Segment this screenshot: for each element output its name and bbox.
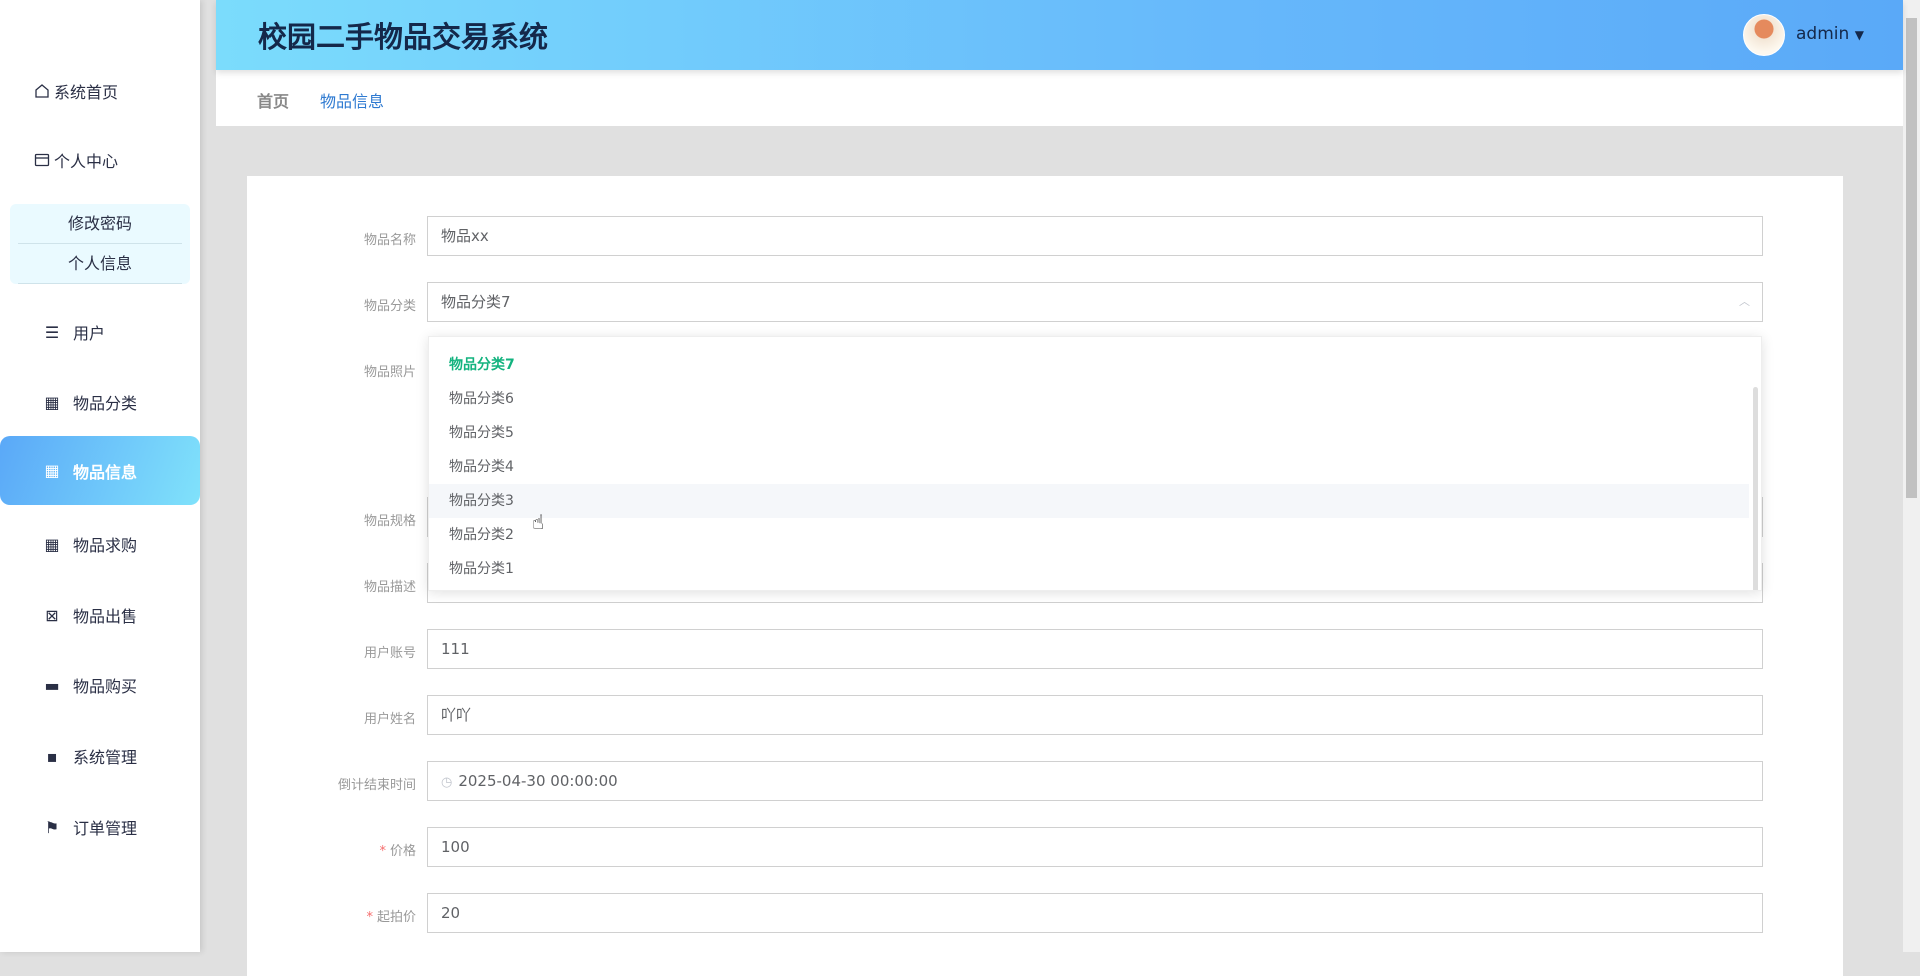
- label-desc: 物品描述: [363, 580, 416, 595]
- username: admin: [1796, 24, 1850, 44]
- start-price-input[interactable]: 20: [427, 893, 1763, 933]
- dropdown-option-hovered[interactable]: 物品分类3: [429, 484, 1749, 518]
- end-time-value: 2025-04-30 00:00:00: [458, 772, 618, 790]
- username-input[interactable]: 吖吖: [427, 695, 1763, 735]
- sidebar-item-users[interactable]: ☰ 用户: [0, 312, 200, 352]
- label-text: 起拍价: [376, 910, 416, 925]
- sidebar-label: 物品求购: [73, 536, 138, 555]
- category-value: 物品分类7: [441, 293, 511, 311]
- sidebar-item-item-info[interactable]: ▦ 物品信息: [0, 436, 200, 505]
- sidebar-label: 个人中心: [54, 152, 119, 171]
- chat-icon: ▪: [46, 746, 58, 766]
- sidebar-label: 物品出售: [73, 607, 138, 626]
- label-start-price: * 起拍价: [246, 906, 416, 925]
- label-name: 物品名称: [363, 233, 416, 248]
- breadcrumb-home[interactable]: 首页: [257, 88, 289, 112]
- home-icon: [33, 82, 51, 100]
- breadcrumb: 首页 物品信息: [216, 70, 1903, 126]
- label-category: 物品分类: [363, 299, 416, 314]
- name-input[interactable]: 物品xx: [427, 216, 1763, 256]
- sidebar-label: 系统管理: [73, 748, 138, 767]
- wallet-icon: [33, 151, 51, 169]
- app-title: 校园二手物品交易系统: [258, 20, 549, 54]
- dropdown-option[interactable]: 物品分类2: [429, 518, 1749, 552]
- sidebar-label: 物品分类: [73, 394, 138, 413]
- dropdown-option[interactable]: 物品分类5: [429, 416, 1749, 450]
- user-menu[interactable]: admin ▼: [1796, 24, 1864, 44]
- header: 校园二手物品交易系统 admin ▼: [216, 0, 1903, 70]
- dropdown-option-selected[interactable]: 物品分类7: [429, 348, 1749, 382]
- label-username: 用户姓名: [363, 712, 416, 727]
- grid-icon: ▦: [44, 534, 60, 554]
- required-mark: *: [366, 910, 373, 925]
- category-select[interactable]: 物品分类7 ︿: [427, 282, 1763, 322]
- label-price: * 价格: [246, 840, 416, 859]
- dropdown-option[interactable]: 物品分类4: [429, 450, 1749, 484]
- label-spec: 物品规格: [363, 514, 416, 529]
- sidebar-item-purchase[interactable]: ▬ 物品购买: [0, 665, 200, 705]
- label-account: 用户账号: [363, 646, 416, 661]
- sidebar-item-home[interactable]: 系统首页: [0, 71, 200, 111]
- scrollbar-thumb[interactable]: [1906, 18, 1917, 498]
- sidebar-label: 系统首页: [54, 83, 119, 102]
- sidebar-item-category[interactable]: ▦ 物品分类: [0, 382, 200, 422]
- clipboard-x-icon: ⊠: [45, 605, 59, 625]
- list-icon: ☰: [44, 322, 60, 342]
- sidebar-item-system[interactable]: ▪ 系统管理: [0, 736, 200, 776]
- hand-cursor-icon: ☝: [532, 510, 545, 534]
- end-time-picker[interactable]: ◷ 2025-04-30 00:00:00: [427, 761, 1763, 801]
- submenu-change-password[interactable]: 修改密码: [18, 204, 182, 244]
- price-input[interactable]: 100: [427, 827, 1763, 867]
- page-scrollbar[interactable]: [1903, 0, 1920, 952]
- dropdown-option[interactable]: 物品分类6: [429, 382, 1749, 416]
- flag-icon: ⚑: [44, 817, 60, 837]
- breadcrumb-current: 物品信息: [320, 92, 385, 111]
- grid-icon: ▦: [44, 461, 60, 480]
- sidebar-item-wanted[interactable]: ▦ 物品求购: [0, 524, 200, 564]
- caret-down-icon: ▼: [1854, 28, 1864, 42]
- dropdown-scrollbar[interactable]: [1753, 387, 1758, 590]
- dropdown-option[interactable]: 物品分类8: [429, 337, 1749, 348]
- grid-icon: ▦: [44, 392, 60, 412]
- sidebar: 系统首页 个人中心 修改密码 个人信息 ☰ 用户 ▦ 物品分类 ▦ 物品信息 ▦ 物品求…: [0, 0, 200, 952]
- label-end-time: 倒计结束时间: [337, 778, 416, 793]
- sidebar-item-personal-center[interactable]: 个人中心: [0, 140, 200, 180]
- sidebar-label: 物品购买: [73, 677, 138, 696]
- avatar[interactable]: [1743, 14, 1785, 56]
- briefcase-icon: ▬: [44, 675, 60, 695]
- category-dropdown: 物品分类8 物品分类7 物品分类6 物品分类5 物品分类4 物品分类3 物品分类…: [428, 336, 1762, 591]
- sidebar-label: 订单管理: [73, 819, 138, 838]
- sidebar-item-selling[interactable]: ⊠ 物品出售: [0, 595, 200, 635]
- sidebar-label: 物品信息: [73, 462, 138, 482]
- clock-icon: ◷: [441, 775, 453, 790]
- required-mark: *: [379, 844, 386, 859]
- dropdown-option[interactable]: 物品分类1: [429, 552, 1749, 586]
- account-input[interactable]: 111: [427, 629, 1763, 669]
- sidebar-item-orders[interactable]: ⚑ 订单管理: [0, 807, 200, 847]
- label-photo: 物品照片: [363, 365, 416, 380]
- submenu: 修改密码 个人信息: [10, 204, 190, 284]
- submenu-personal-info[interactable]: 个人信息: [18, 244, 182, 284]
- chevron-up-icon: ︿: [1739, 295, 1750, 308]
- label-text: 价格: [389, 844, 416, 859]
- sidebar-label: 用户: [73, 324, 106, 343]
